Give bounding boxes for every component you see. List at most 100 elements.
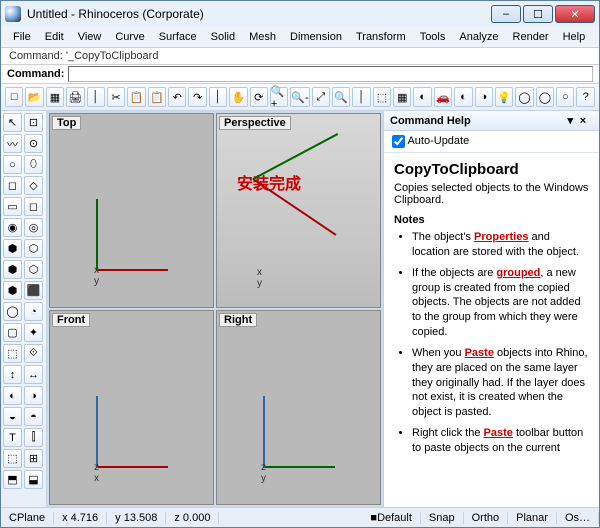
tool-button-9[interactable]: ◻ [24,197,43,216]
menu-analyze[interactable]: Analyze [453,29,504,45]
menu-curve[interactable]: Curve [109,29,150,45]
toolbar-button-23[interactable]: ◑ [475,87,493,107]
toolbar-button-6[interactable]: 📋 [127,87,145,107]
status-layer[interactable]: ■Default [362,512,421,524]
toolbar-button-27[interactable]: ○ [556,87,574,107]
toolbar-button-9[interactable]: ↷ [188,87,206,107]
menu-view[interactable]: View [72,29,108,45]
viewport-perspective[interactable]: Perspective 安装完成 xy [216,113,381,308]
toolbar-button-8[interactable]: ↶ [168,87,186,107]
tool-button-18[interactable]: ◯ [3,302,22,321]
toolbar-button-24[interactable]: 💡 [495,87,513,107]
tool-button-19[interactable]: ◔ [24,302,43,321]
status-cplane[interactable]: CPlane [1,512,54,524]
toolbar-button-7[interactable]: 📋 [148,87,166,107]
menu-dimension[interactable]: Dimension [284,29,348,45]
tool-button-31[interactable]: ⫿ [24,428,43,447]
status-ortho[interactable]: Ortho [464,512,509,524]
tool-button-17[interactable]: ⬛ [24,281,43,300]
tool-button-33[interactable]: ⊞ [24,449,43,468]
tool-button-32[interactable]: ⬚ [3,449,22,468]
status-osnap[interactable]: Os… [557,512,599,524]
toolbar-button-15[interactable]: ⤢ [312,87,330,107]
tool-button-2[interactable]: 〰 [3,134,22,153]
tool-button-28[interactable]: ◒ [3,407,22,426]
toolbar-button-10[interactable]: │ [209,87,227,107]
tool-button-23[interactable]: ⟐ [24,344,43,363]
tool-button-20[interactable]: ▢ [3,323,22,342]
help-panel-title: Command Help [390,115,567,127]
tool-button-6[interactable]: ◻ [3,176,22,195]
toolbar-button-11[interactable]: ✋ [229,87,247,107]
toolbar-button-12[interactable]: ⟳ [250,87,268,107]
toolbar-button-20[interactable]: ◐ [413,87,431,107]
tool-button-14[interactable]: ⬢ [3,260,22,279]
tool-button-24[interactable]: ↕ [3,365,22,384]
menu-tools[interactable]: Tools [414,29,452,45]
viewport-front[interactable]: Front zx [49,310,214,505]
toolbar-button-4[interactable]: │ [87,87,105,107]
toolbar-button-5[interactable]: ✂ [107,87,125,107]
help-note-1: If the objects are grouped, a new group … [412,266,589,340]
toolbar-button-1[interactable]: 📂 [25,87,43,107]
viewport-top[interactable]: Top xy [49,113,214,308]
viewport-right-label: Right [219,313,257,327]
toolbar-button-0[interactable]: □ [5,87,23,107]
tool-button-22[interactable]: ⬚ [3,344,22,363]
tool-button-7[interactable]: ◇ [24,176,43,195]
tool-button-4[interactable]: ○ [3,155,22,174]
tool-button-1[interactable]: ⊡ [24,113,43,132]
maximize-button[interactable]: ☐ [523,5,553,23]
tool-button-10[interactable]: ◉ [3,218,22,237]
tool-button-27[interactable]: ◑ [24,386,43,405]
viewport-right[interactable]: Right zy [216,310,381,505]
tool-button-30[interactable]: T [3,428,22,447]
menu-mesh[interactable]: Mesh [243,29,282,45]
tool-button-11[interactable]: ◎ [24,218,43,237]
toolbar-button-19[interactable]: ▦ [393,87,411,107]
toolbar-button-16[interactable]: 🔍 [332,87,350,107]
tool-button-15[interactable]: ⬡ [24,260,43,279]
tool-button-5[interactable]: ⬯ [24,155,43,174]
close-button[interactable]: ✕ [555,5,595,23]
tool-button-16[interactable]: ⬢ [3,281,22,300]
menu-surface[interactable]: Surface [153,29,203,45]
tool-button-0[interactable]: ↖ [3,113,22,132]
help-panel: Command Help ▾ × Auto-Update CopyToClipb… [383,111,599,507]
tool-button-13[interactable]: ⬡ [24,239,43,258]
auto-update-checkbox[interactable]: Auto-Update [392,135,469,147]
toolbar-button-17[interactable]: │ [352,87,370,107]
tool-button-29[interactable]: ◓ [24,407,43,426]
tool-button-12[interactable]: ⬢ [3,239,22,258]
menu-render[interactable]: Render [507,29,555,45]
command-input[interactable] [68,66,593,82]
help-panel-close-icon[interactable]: × [573,115,593,127]
viewport-top-label: Top [52,116,81,130]
menu-transform[interactable]: Transform [350,29,412,45]
minimize-button[interactable]: – [491,5,521,23]
tool-button-21[interactable]: ✦ [24,323,43,342]
tool-button-34[interactable]: ⬒ [3,470,22,489]
toolbar-button-14[interactable]: 🔍- [290,87,309,107]
tool-button-8[interactable]: ▭ [3,197,22,216]
tool-button-3[interactable]: ⊙ [24,134,43,153]
toolbar-button-3[interactable]: 🖨 [66,87,84,107]
menu-help[interactable]: Help [557,29,592,45]
toolbar-button-26[interactable]: ◯ [536,87,554,107]
menu-file[interactable]: File [7,29,37,45]
status-y: y 13.508 [107,512,166,524]
tool-button-35[interactable]: ⬓ [24,470,43,489]
status-snap[interactable]: Snap [421,512,464,524]
toolbar-button-18[interactable]: ⬚ [373,87,391,107]
toolbar-button-13[interactable]: 🔍+ [270,87,288,107]
tool-button-25[interactable]: ↔ [24,365,43,384]
menu-edit[interactable]: Edit [39,29,70,45]
tool-button-26[interactable]: ◐ [3,386,22,405]
menu-solid[interactable]: Solid [205,29,241,45]
toolbar-button-2[interactable]: ▦ [46,87,64,107]
toolbar-button-22[interactable]: ◐ [454,87,472,107]
toolbar-button-28[interactable]: ? [576,87,594,107]
status-planar[interactable]: Planar [508,512,557,524]
toolbar-button-25[interactable]: ◯ [515,87,533,107]
toolbar-button-21[interactable]: 🚗 [434,87,452,107]
